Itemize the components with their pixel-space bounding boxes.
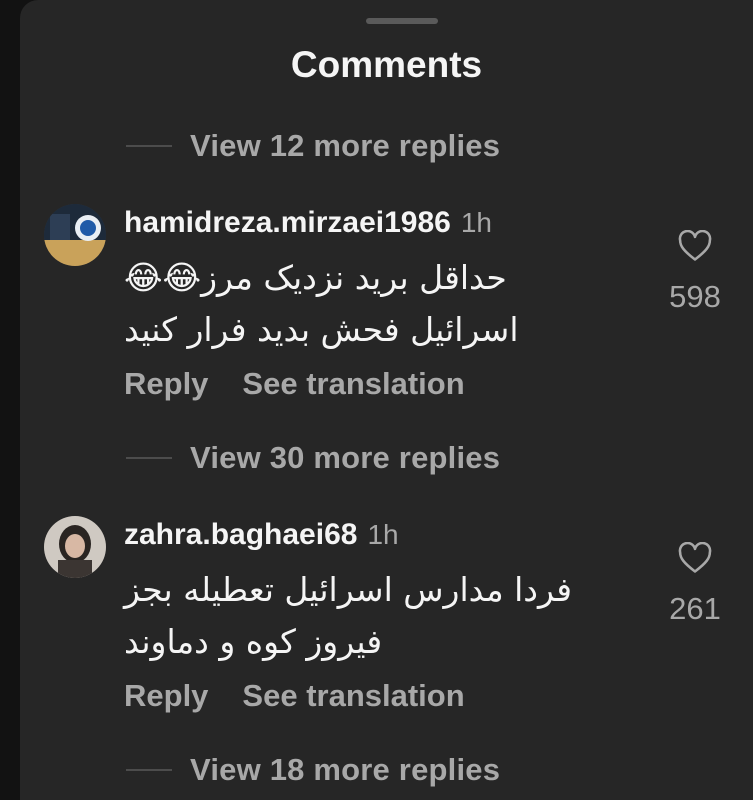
comment-text-line: فیروز کوه و دماوند xyxy=(124,622,383,661)
comment-text: حداقل برید نزدیک مرز😂😂 اسرائیل فحش بدید … xyxy=(124,252,604,356)
avatar[interactable] xyxy=(44,204,106,266)
comment-header: zahra.baghaei68 1h xyxy=(124,518,399,558)
timestamp: 1h xyxy=(460,207,493,238)
heart-outline-icon[interactable] xyxy=(678,541,712,579)
comments-sheet: Comments View 12 more replies hamidreza.… xyxy=(20,0,753,800)
comment-text-line: حداقل برید نزدیک مرز😂😂 xyxy=(124,258,507,297)
divider xyxy=(126,457,172,459)
see-translation-button[interactable]: See translation xyxy=(242,678,464,714)
divider xyxy=(126,769,172,771)
avatar-image xyxy=(44,516,106,578)
see-translation-button[interactable]: See translation xyxy=(242,366,464,402)
like-count: 598 xyxy=(669,279,721,314)
comment-header: hamidreza.mirzaei1986 1h xyxy=(124,206,492,246)
comment-text-line: اسرائیل فحش بدید فرار کنید xyxy=(124,310,519,349)
view-more-replies-button[interactable]: View 18 more replies xyxy=(126,750,500,790)
view-more-replies-button[interactable]: View 30 more replies xyxy=(126,438,500,478)
comment-actions: Reply See translation xyxy=(124,676,465,716)
view-more-replies-button[interactable]: View 12 more replies xyxy=(126,126,500,166)
reply-button[interactable]: Reply xyxy=(124,366,208,402)
drag-handle[interactable] xyxy=(366,18,438,24)
view-more-replies-label: View 30 more replies xyxy=(190,440,501,475)
username[interactable]: zahra.baghaei68 xyxy=(124,518,357,552)
avatar-image xyxy=(44,204,106,266)
comment-text-line: فردا مدارس اسرائیل تعطیله بجز xyxy=(124,570,572,609)
comment-text: فردا مدارس اسرائیل تعطیله بجز فیروز کوه … xyxy=(124,564,604,668)
page-title: Comments xyxy=(290,44,483,85)
timestamp: 1h xyxy=(367,519,399,550)
avatar[interactable] xyxy=(44,516,106,578)
heart-outline-icon[interactable] xyxy=(678,229,712,267)
like-control: 598 xyxy=(660,229,730,315)
reply-button[interactable]: Reply xyxy=(124,678,208,714)
like-control: 261 xyxy=(660,541,730,627)
username[interactable]: hamidreza.mirzaei1986 xyxy=(124,206,451,240)
divider xyxy=(126,145,172,147)
view-more-replies-label: View 18 more replies xyxy=(190,752,501,787)
like-count: 261 xyxy=(669,591,721,626)
comment-actions: Reply See translation xyxy=(124,364,465,404)
view-more-replies-label: View 12 more replies xyxy=(190,128,501,163)
